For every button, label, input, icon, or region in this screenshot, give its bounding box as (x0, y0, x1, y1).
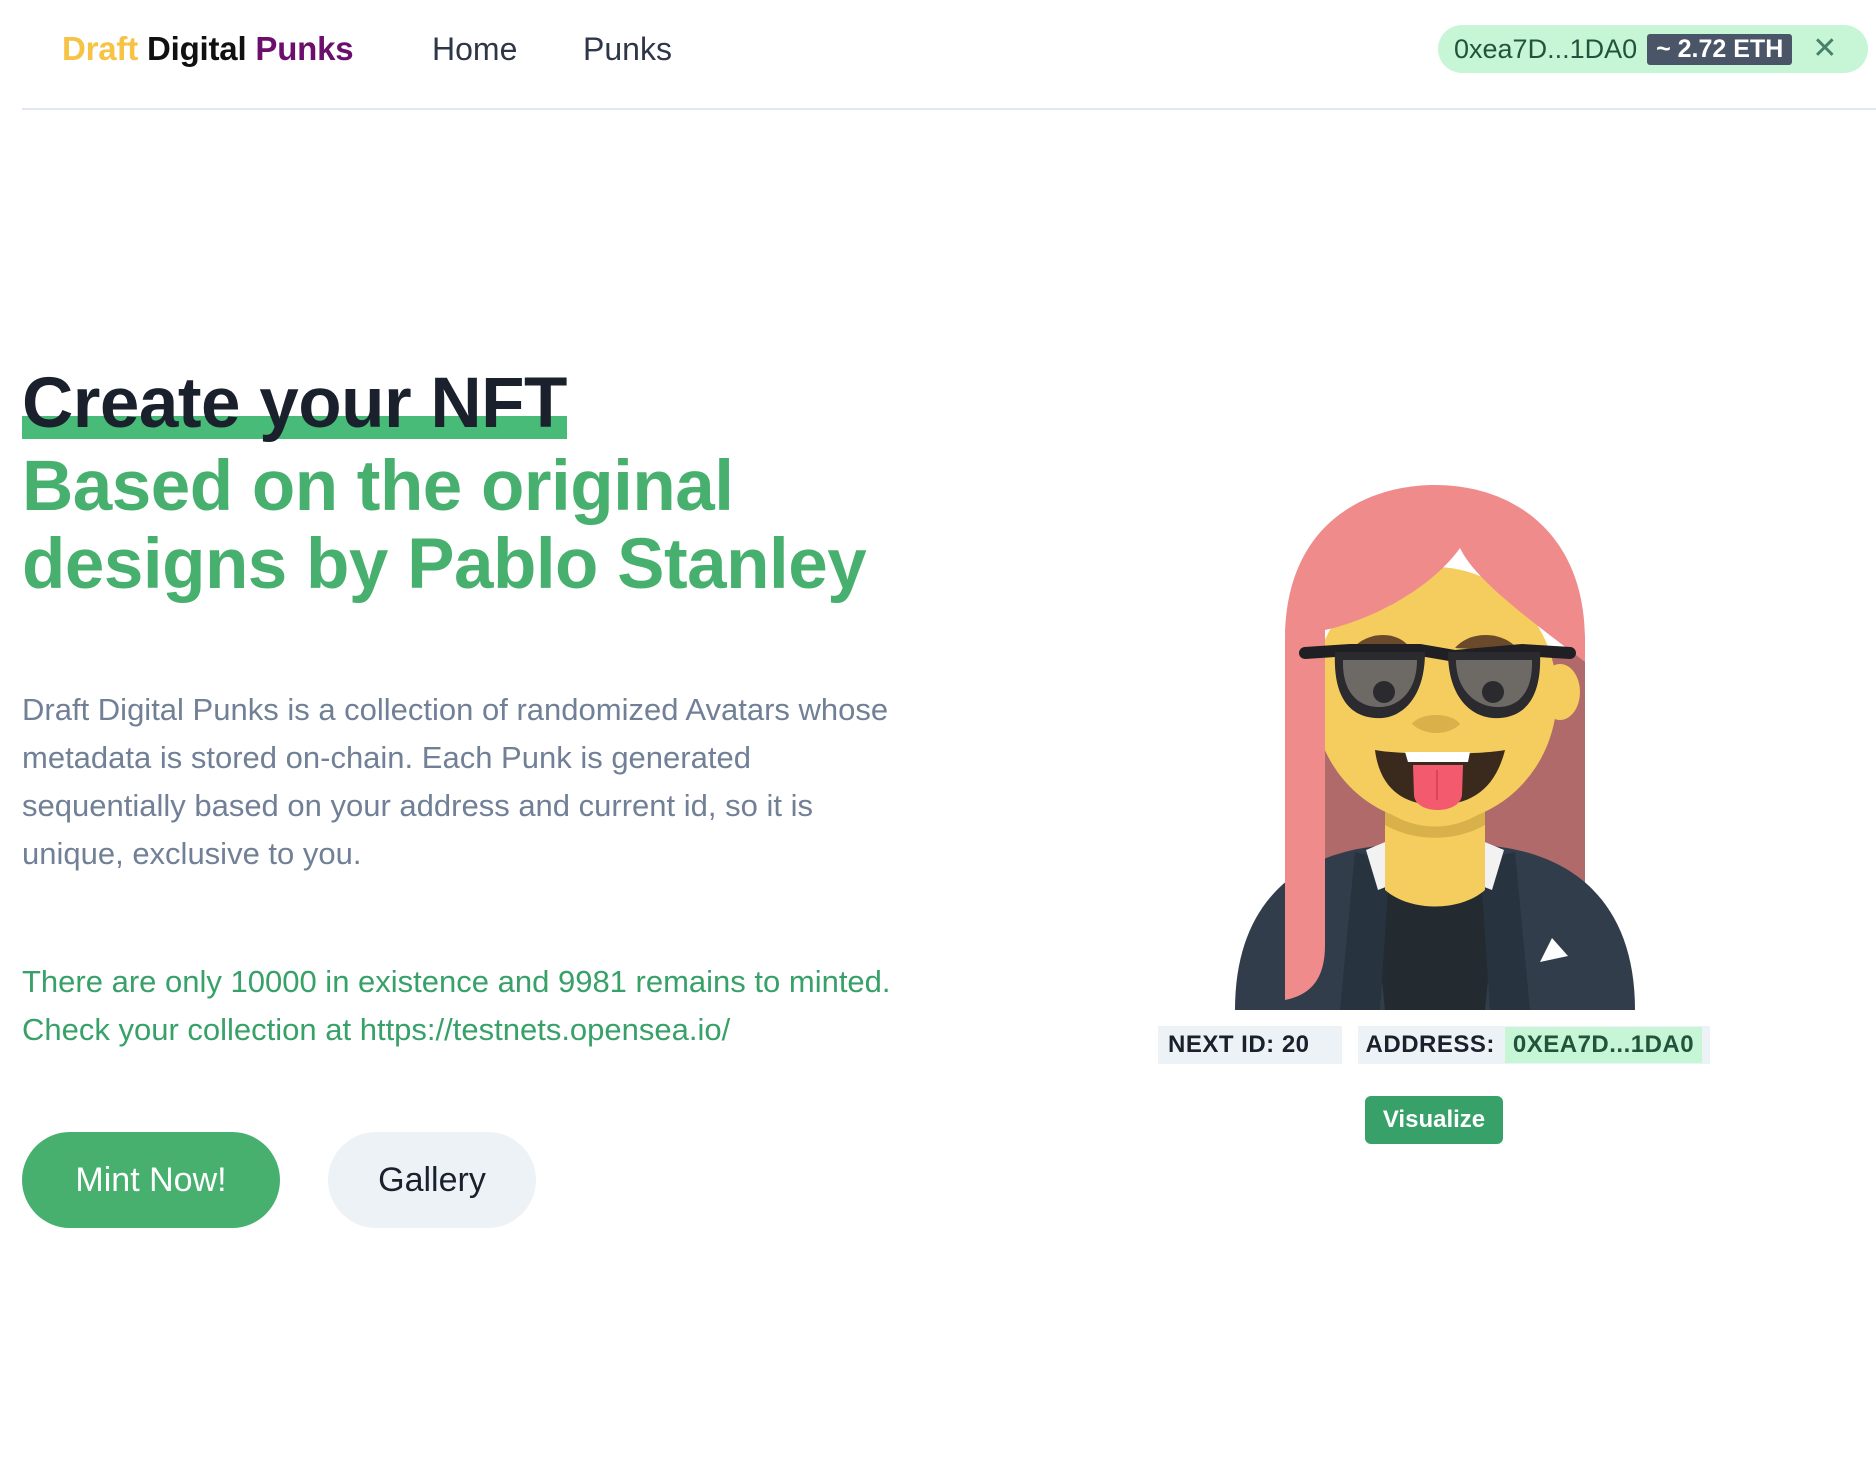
hero-subtitle: Based on the original designs by Pablo S… (22, 447, 867, 604)
page: Draft Digital Punks Home Punks 0xea7D...… (0, 0, 1876, 1462)
brand-part-draft: Draft (62, 30, 139, 67)
next-id-badge: NEXT ID: 20 (1158, 1026, 1342, 1064)
address-badge-value: 0XEA7D...1DA0 (1504, 1027, 1703, 1063)
gallery-button[interactable]: Gallery (328, 1132, 536, 1228)
hero-title: Create your NFT (22, 364, 567, 443)
wallet-connection-pill: 0xea7D...1DA0 ~ 2.72 ETH ✕ (1438, 25, 1868, 73)
mint-now-button[interactable]: Mint Now! (22, 1132, 280, 1228)
brand-logo[interactable]: Draft Digital Punks (62, 30, 354, 68)
brand-part-digital: Digital (146, 30, 247, 67)
wallet-address: 0xea7D...1DA0 (1454, 33, 1638, 64)
supply-info: There are only 10000 in existence and 99… (22, 964, 891, 1047)
navbar: Draft Digital Punks Home Punks 0xea7D...… (22, 0, 1876, 110)
close-icon[interactable]: ✕ (1812, 34, 1837, 64)
wallet-balance-badge: ~ 2.72 ETH (1647, 33, 1793, 65)
preview-info-row: NEXT ID: 20 ADDRESS: 0XEA7D...1DA0 (1158, 1026, 1711, 1064)
hero-title-wrapper: Create your NFT (22, 368, 567, 439)
visualize-button[interactable]: Visualize (1365, 1096, 1503, 1144)
nav-link-punks[interactable]: Punks (583, 31, 672, 68)
nav-link-home[interactable]: Home (432, 31, 517, 68)
brand-part-punks: Punks (255, 30, 354, 67)
address-badge-label: ADDRESS: (1365, 1031, 1495, 1058)
punk-avatar-image (1235, 485, 1635, 1010)
hero-description: Draft Digital Punks is a collection of r… (22, 692, 889, 871)
address-badge: ADDRESS: 0XEA7D...1DA0 (1357, 1026, 1711, 1064)
